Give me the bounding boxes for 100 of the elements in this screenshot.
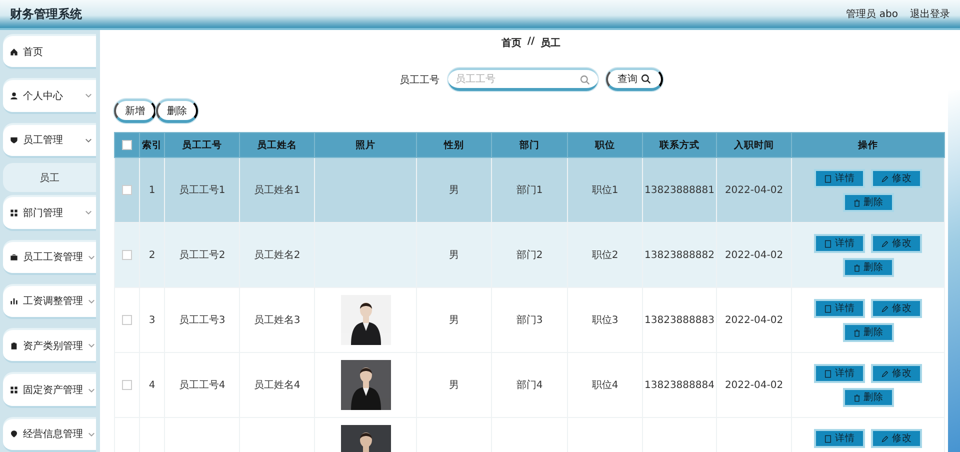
select-all-checkbox[interactable] [122,140,132,150]
column-header: 部门 [492,132,568,158]
pencil-icon [881,240,889,248]
submenu-item[interactable]: 员工 [3,162,96,192]
table-cell: 1 [148,184,156,196]
document-icon [824,370,832,378]
column-header: 性别 [416,132,492,158]
app-title: 财务管理系统 [10,6,82,22]
table-cell: 男 [449,185,459,196]
document-icon [824,434,832,442]
column-header: 索引 [140,132,164,158]
trash-icon [852,328,860,336]
edit-button[interactable]: 修改 [871,169,922,188]
trash-icon [852,394,860,402]
table-cell: 员工姓名3 [254,315,300,326]
grid-icon [10,208,18,217]
table-cell: 部门3 [516,315,543,326]
user-name: 管理员 abo [846,8,898,21]
location-pin-icon [10,430,18,438]
home-icon [10,48,18,56]
sidebar-item[interactable]: 员工工资管理 [3,242,96,275]
table-cell: 员工工号4 [178,380,226,391]
briefcase-icon [10,253,18,262]
trash-icon [852,198,860,206]
row-checkbox[interactable] [122,184,132,195]
sidebar-item[interactable]: 工资调整管理 [3,286,96,320]
column-header: 照片 [314,132,416,158]
column-header: 职位 [568,132,642,158]
edit-button[interactable]: 修改 [871,429,922,448]
row-checkbox[interactable] [122,314,132,325]
table-cell: 部门1 [516,185,543,196]
delete-button[interactable]: 删除 [842,193,894,212]
sidebar-item[interactable]: 经营信息管理 [3,418,96,452]
row-checkbox[interactable] [122,250,132,260]
table-cell: 2022-04-02 [724,184,784,196]
delete-button[interactable]: 删除 [842,388,894,407]
table-cell: 2022-04-02 [724,380,784,390]
logout-link[interactable]: 退出登录 [910,7,950,21]
table-cell: 部门2 [516,250,543,261]
search-label: 员工工号 [400,74,440,86]
table-cell: 13823888883 [644,314,714,326]
breadcrumb-separator: // [527,36,535,49]
sidebar-item[interactable]: 部门管理 [3,197,96,231]
pencil-icon [881,174,889,182]
detail-button[interactable]: 详情 [814,234,865,253]
add-button[interactable]: 新增 [114,99,156,123]
trash-icon [852,264,860,272]
column-header: 操作 [792,132,944,158]
edit-button[interactable]: 修改 [871,234,922,253]
table-cell: 职位2 [592,250,618,261]
table-cell: 4 [148,380,156,390]
table-cell: 员工工号1 [178,185,226,196]
delete-button[interactable]: 删除 [842,323,894,342]
search-icon [640,74,650,84]
table-cell: 13823888882 [644,250,714,260]
detail-button[interactable]: 详情 [814,364,865,383]
sidebar-item[interactable]: 固定资产管理 [3,374,96,408]
table-cell: 职位1 [592,185,618,196]
document-icon [824,240,832,248]
sidebar-item[interactable]: 员工管理 [3,124,96,158]
table-cell: 部门4 [516,380,543,391]
table-cell: 2022-04-02 [724,250,784,260]
pencil-icon [881,370,889,378]
table-cell: 男 [449,380,459,391]
bar-chart-icon [10,297,18,306]
table-cell: 员工工号3 [178,315,226,326]
table-cell: 员工工号2 [178,250,226,261]
delete-button[interactable]: 删除 [156,99,198,123]
table-cell: 3 [148,314,156,326]
document-icon [824,304,832,312]
table-cell: 职位4 [592,380,618,391]
sidebar-item[interactable]: 个人中心 [3,80,96,114]
column-header: 入职时间 [716,132,792,158]
query-button[interactable]: 查询 [606,68,662,91]
search-field[interactable]: 员工工号 [448,68,598,91]
table-cell: 13823888884 [644,380,714,390]
column-header: 联系方式 [642,132,716,158]
table-cell: 男 [449,315,459,326]
sidebar-item[interactable]: 资产类别管理 [3,330,96,364]
sidebar-item[interactable]: 首页 [3,36,96,70]
document-icon [824,174,832,182]
edit-button[interactable]: 修改 [871,299,922,318]
breadcrumb-item: 员工 [540,36,561,50]
shield-icon [10,136,18,144]
detail-button[interactable]: 详情 [814,429,865,448]
table-cell: 13823888881 [644,184,714,196]
column-header: 员工工号 [164,132,240,158]
row-checkbox[interactable] [122,380,132,390]
table-cell: 2 [148,250,156,260]
column-header: 员工姓名 [240,132,314,158]
table-cell: 2022-04-02 [724,314,784,326]
detail-button[interactable]: 详情 [814,169,865,188]
detail-button[interactable]: 详情 [814,299,865,318]
table-cell: 员工姓名4 [254,380,300,391]
breadcrumb-item[interactable]: 首页 [501,36,522,50]
table-cell: 职位3 [592,315,618,326]
table-cell: 员工姓名1 [254,185,300,196]
edit-button[interactable]: 修改 [871,364,922,383]
table-cell: 员工姓名2 [254,250,300,261]
delete-button[interactable]: 删除 [842,258,894,277]
